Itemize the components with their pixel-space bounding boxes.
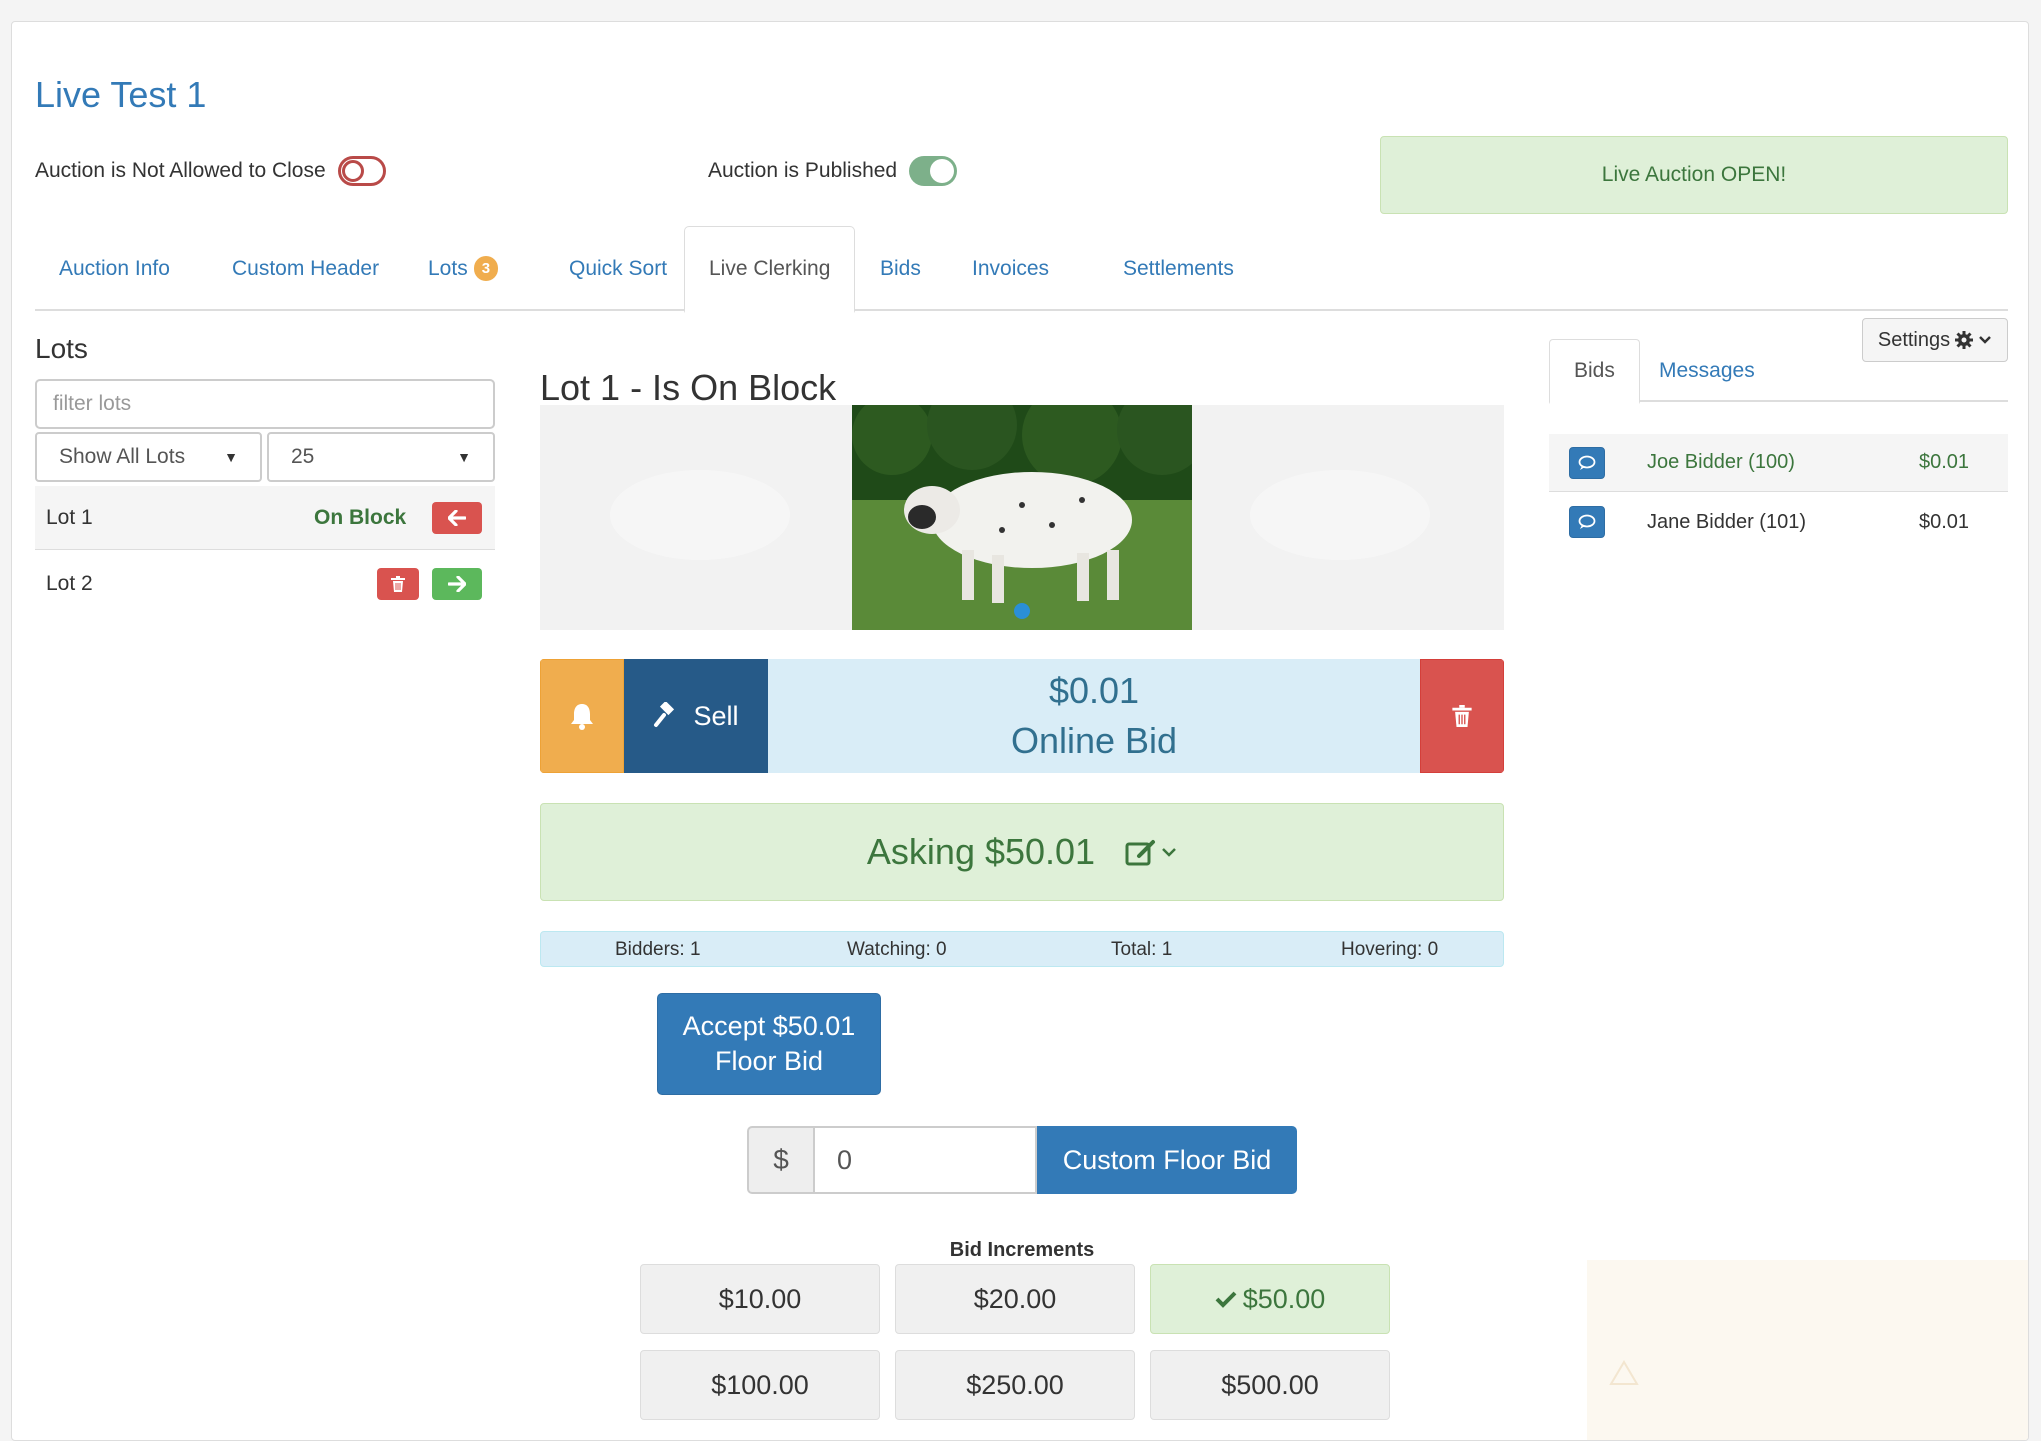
- comment-icon: [1578, 514, 1596, 529]
- tab-lots[interactable]: Lots 3: [404, 226, 522, 311]
- bid-row: Joe Bidder (100) $0.01: [1549, 434, 2008, 492]
- sell-button[interactable]: Sell: [624, 659, 768, 773]
- increment-button[interactable]: $10.00: [640, 1264, 880, 1334]
- gavel-icon: [654, 702, 675, 727]
- select-caret-icon: ▼: [457, 449, 471, 465]
- lot-row[interactable]: Lot 2: [35, 552, 495, 616]
- current-bid-amount: $0.01: [1048, 670, 1140, 711]
- bell-icon: [571, 704, 593, 730]
- check-icon: [1215, 1291, 1237, 1308]
- bid-increments-label: Bid Increments: [949, 1239, 1095, 1261]
- lot-name: Lot 2: [46, 572, 93, 595]
- currency-addon: $: [747, 1126, 813, 1194]
- lot-status: On Block: [314, 505, 407, 529]
- accept-line-1: Accept $50.01: [682, 1011, 856, 1041]
- auction-title: Live Test 1: [35, 74, 207, 115]
- lots-count-badge: 3: [473, 256, 499, 281]
- edit-asking-dropdown[interactable]: [1125, 838, 1177, 866]
- increment-button[interactable]: $500.00: [1150, 1350, 1390, 1420]
- close-toggle-row: Auction is Not Allowed to Close: [35, 156, 386, 186]
- bidders-count: Bidders: 1: [615, 939, 701, 960]
- trash-icon: [391, 576, 405, 592]
- tab-right-messages[interactable]: Messages: [1635, 339, 1779, 402]
- select-caret-icon: ▼: [224, 449, 238, 465]
- close-toggle-label: Auction is Not Allowed to Close: [35, 159, 326, 182]
- message-bidder-button[interactable]: [1569, 506, 1605, 538]
- tab-auction-info[interactable]: Auction Info: [35, 226, 194, 311]
- chevron-down-icon: [1162, 848, 1176, 857]
- publish-toggle-label: Auction is Published: [708, 159, 898, 182]
- right-panel-tabs: Bids Messages: [1549, 339, 2008, 404]
- tab-live-clerking[interactable]: Live Clerking: [684, 226, 856, 313]
- message-bidder-button[interactable]: [1569, 446, 1605, 479]
- tab-quick-sort[interactable]: Quick Sort: [545, 226, 691, 311]
- lot-on-block-heading: Lot 1 - Is On Block: [540, 367, 837, 408]
- accept-floor-bid-button[interactable]: Accept $50.01 Floor Bid: [657, 993, 881, 1095]
- previous-image-ghost: [610, 470, 790, 560]
- publish-toggle-switch[interactable]: [909, 156, 958, 186]
- tab-custom-header[interactable]: Custom Header: [208, 226, 403, 311]
- delete-bid-button[interactable]: [1420, 659, 1504, 773]
- sell-button-label: Sell: [693, 700, 739, 731]
- custom-floor-bid-group: $ 0 Custom Floor Bid: [747, 1126, 1297, 1194]
- filter-lots-input[interactable]: filter lots: [35, 379, 495, 429]
- notification-toast[interactable]: [1587, 1260, 2028, 1440]
- lots-heading: Lots: [35, 333, 88, 364]
- comment-icon: [1578, 455, 1596, 470]
- show-lots-select-value: Show All Lots: [59, 445, 186, 468]
- arrow-left-icon: [448, 510, 466, 526]
- current-bid-type: Online Bid: [1010, 720, 1178, 761]
- close-toggle-switch[interactable]: [337, 156, 386, 186]
- edit-icon: [1125, 840, 1156, 866]
- warning-icon: [1609, 1360, 1639, 1385]
- arrow-right-icon: [448, 576, 466, 592]
- trash-icon: [1452, 705, 1472, 727]
- next-image-ghost: [1250, 470, 1430, 560]
- watching-count: Watching: 0: [847, 939, 947, 960]
- increment-button[interactable]: $100.00: [640, 1350, 880, 1420]
- move-to-block-button[interactable]: [432, 568, 482, 600]
- publish-toggle-row: Auction is Published: [708, 156, 958, 186]
- warning-bell-button[interactable]: [540, 659, 624, 773]
- page-size-select[interactable]: 25 ▼: [267, 432, 495, 482]
- current-bid-bar: Sell $0.01 Online Bid: [540, 659, 1504, 773]
- remove-from-block-button[interactable]: [432, 502, 482, 534]
- auction-panel: Live Test 1 Auction is Not Allowed to Cl…: [11, 21, 2029, 1441]
- tab-right-bids[interactable]: Bids: [1549, 339, 1640, 404]
- increment-button[interactable]: $250.00: [895, 1350, 1135, 1420]
- tab-invoices[interactable]: Invoices: [948, 226, 1073, 311]
- lot-photo-cow: [852, 405, 1192, 630]
- bid-amount: $0.01: [1919, 451, 1970, 473]
- tab-bids[interactable]: Bids: [856, 226, 945, 311]
- bid-row: Jane Bidder (101) $0.01: [1549, 493, 2008, 551]
- custom-floor-bid-button[interactable]: Custom Floor Bid: [1037, 1126, 1297, 1194]
- page-size-select-value: 25: [291, 445, 315, 468]
- bidder-name: Joe Bidder (100): [1647, 451, 1795, 473]
- total-count: Total: 1: [1111, 939, 1173, 960]
- lot-name: Lot 1: [46, 505, 93, 529]
- increment-button-selected[interactable]: $50.00: [1150, 1264, 1390, 1334]
- carousel-indicator-dot[interactable]: [1014, 603, 1030, 619]
- bidder-name: Jane Bidder (101): [1647, 510, 1806, 533]
- show-lots-select[interactable]: Show All Lots ▼: [35, 432, 262, 482]
- auction-tabs: Auction Info Custom Header Lots 3 Quick …: [35, 226, 2008, 313]
- accept-line-2: Floor Bid: [714, 1046, 824, 1076]
- delete-lot-button[interactable]: [377, 568, 419, 600]
- lot-row[interactable]: Lot 1 On Block: [35, 486, 495, 550]
- increment-button[interactable]: $20.00: [895, 1264, 1135, 1334]
- hovering-count: Hovering: 0: [1341, 939, 1439, 960]
- lot-image-carousel[interactable]: [540, 405, 1504, 630]
- asking-price-bar: Asking $50.01: [540, 803, 1504, 901]
- current-bid-display: $0.01 Online Bid: [768, 659, 1420, 773]
- auction-stats-bar: Bidders: 1 Watching: 0 Total: 1 Hovering…: [540, 931, 1504, 967]
- tab-lots-label: Lots: [428, 256, 468, 280]
- custom-floor-bid-input[interactable]: 0: [813, 1126, 1037, 1194]
- live-status-alert: Live Auction OPEN!: [1380, 136, 2008, 214]
- bid-amount: $0.01: [1919, 510, 1970, 533]
- tab-settlements[interactable]: Settlements: [1099, 226, 1258, 311]
- asking-price: Asking $50.01: [866, 831, 1096, 872]
- increment-selected-label: $50.00: [1242, 1283, 1326, 1314]
